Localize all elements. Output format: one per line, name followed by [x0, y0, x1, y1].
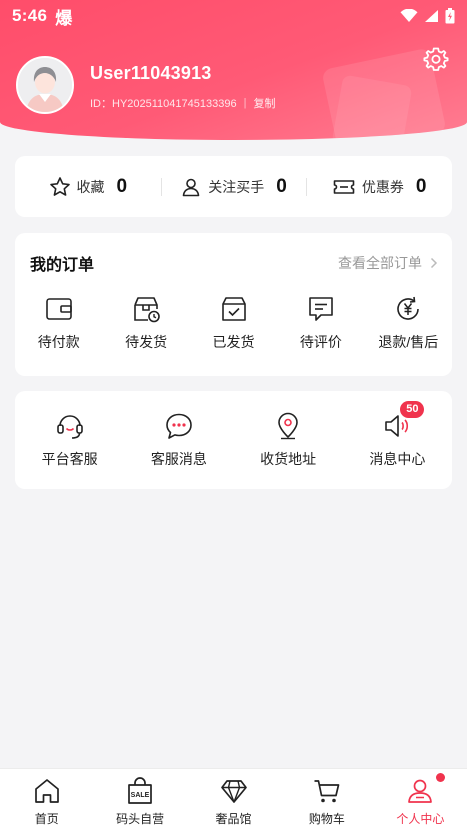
- ticket-icon: [333, 179, 355, 194]
- status-icons: [400, 8, 455, 24]
- notification-dot: [436, 773, 446, 782]
- home-icon: [34, 779, 59, 803]
- tab-label: 首页: [34, 812, 59, 826]
- username: User11043913: [90, 63, 212, 83]
- diamond-icon: [220, 780, 247, 803]
- battery-icon: [445, 8, 455, 24]
- status-notification-glyph: 爆: [55, 8, 73, 28]
- tab-label: 个人中心: [396, 812, 445, 826]
- divider: |: [243, 97, 247, 109]
- tab-dock-self-operated[interactable]: SALE 码头自营: [93, 769, 186, 830]
- orders-header: 我的订单 查看全部订单: [30, 251, 438, 275]
- order-status-label: 待评价: [299, 334, 342, 350]
- order-status-label: 已发货: [212, 334, 255, 350]
- box-check-icon: [221, 297, 246, 321]
- user-id-line: ID：HY202511041745133396 | 复制: [90, 95, 275, 111]
- order-status-label: 待发货: [125, 334, 168, 350]
- status-time: 5:46: [12, 6, 48, 25]
- services-row: 平台客服 客服消息 收货地址 50 消息中心: [15, 401, 452, 469]
- stat-count: 0: [415, 175, 427, 197]
- tab-personal-center[interactable]: 个人中心: [374, 769, 467, 830]
- order-refund-after-sales[interactable]: 退款/售后: [365, 294, 452, 352]
- stat-favorites[interactable]: 收藏 0: [15, 176, 161, 198]
- wifi-icon: [400, 9, 418, 22]
- service-label: 平台客服: [41, 451, 98, 467]
- order-status-row: 待付款 待发货 已发货 待评价 退款/售后: [15, 294, 452, 352]
- order-status-label: 退款/售后: [378, 334, 439, 350]
- bottom-tab-bar: 首页 SALE 码头自营 奢品馆 购物车 个人中心: [0, 768, 467, 830]
- order-status-label: 待付款: [37, 334, 80, 350]
- wallet-icon: [45, 298, 72, 320]
- service-label: 客服消息: [150, 451, 207, 467]
- status-bar: 5:46 爆: [0, 0, 467, 32]
- profile-header: 5:46 爆 User11043913 ID：HY202511041745133…: [0, 0, 467, 140]
- tab-home[interactable]: 首页: [0, 769, 93, 830]
- unread-badge: 50: [400, 401, 425, 418]
- tab-label: 奢品馆: [215, 812, 252, 826]
- tab-cart[interactable]: 购物车: [280, 769, 373, 830]
- orders-title: 我的订单: [30, 257, 95, 274]
- refund-icon: [397, 296, 420, 320]
- star-icon: [49, 176, 70, 196]
- order-pending-shipment[interactable]: 待发货: [102, 294, 189, 352]
- orders-card: 我的订单 查看全部订单 待付款 待发货 已发货 待评价 退款/售后: [15, 233, 452, 376]
- order-pending-review[interactable]: 待评价: [277, 294, 364, 352]
- shipping-address[interactable]: 收货地址: [234, 411, 343, 469]
- customer-service-messages[interactable]: 客服消息: [124, 411, 233, 469]
- service-label: 收货地址: [260, 451, 317, 467]
- platform-customer-service[interactable]: 平台客服: [15, 411, 124, 469]
- stat-coupons[interactable]: 优惠券 0: [306, 176, 452, 198]
- user-id: ID：HY202511041745133396: [90, 98, 237, 110]
- tab-label: 购物车: [308, 812, 345, 826]
- stat-following-buyers[interactable]: 关注买手 0: [160, 175, 307, 198]
- comment-icon: [309, 297, 333, 321]
- tab-luxury-hall[interactable]: 奢品馆: [187, 769, 280, 830]
- view-all-orders-link[interactable]: 查看全部订单: [338, 253, 438, 273]
- box-clock-icon: [134, 297, 160, 323]
- tab-label: 码头自营: [116, 812, 165, 826]
- message-center-icon-wrap: 50: [382, 401, 425, 441]
- order-shipped[interactable]: 已发货: [190, 294, 277, 352]
- default-avatar-icon: [18, 58, 72, 112]
- copy-id-button[interactable]: 复制: [253, 95, 275, 111]
- headset-icon: [56, 415, 83, 439]
- location-pin-icon: [278, 412, 298, 440]
- message-center[interactable]: 50 消息中心: [343, 401, 452, 469]
- person-icon: [182, 178, 200, 196]
- stat-count: 0: [276, 175, 287, 197]
- chevron-right-icon: [430, 257, 438, 269]
- stats-card: 收藏 0 关注买手 0 优惠券 0: [15, 156, 452, 217]
- shopping-bag-decoration-secondary: [331, 74, 413, 140]
- signal-icon: [425, 10, 438, 22]
- avatar[interactable]: [16, 56, 74, 114]
- stat-label: 优惠券: [361, 178, 404, 195]
- stat-label: 关注买手: [208, 178, 265, 195]
- services-card: 平台客服 客服消息 收货地址 50 消息中心: [15, 391, 452, 489]
- user-center-icon: [408, 779, 433, 803]
- chat-bubble-icon: [166, 413, 192, 439]
- service-label: 消息中心: [369, 451, 426, 467]
- stat-count: 0: [116, 175, 128, 197]
- svg-text:SALE: SALE: [131, 792, 150, 799]
- gear-icon[interactable]: [423, 46, 449, 72]
- order-pending-payment[interactable]: 待付款: [15, 294, 102, 352]
- stat-label: 收藏: [76, 178, 105, 195]
- view-all-orders-label: 查看全部订单: [338, 255, 422, 271]
- sale-bag-icon: SALE: [128, 777, 152, 804]
- cart-icon: [314, 780, 340, 803]
